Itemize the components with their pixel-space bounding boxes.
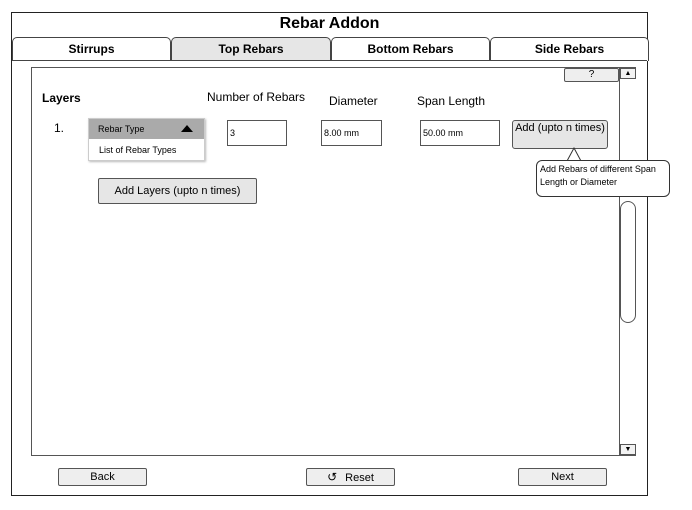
scroll-thumb[interactable] (620, 201, 636, 323)
back-button[interactable]: Back (58, 468, 147, 486)
window-title: Rebar Addon (279, 15, 380, 32)
help-button[interactable]: ? (564, 68, 619, 82)
number-of-rebars-header: Number of Rebars (207, 90, 306, 104)
layer-index: 1. (54, 121, 65, 135)
diameter-header: Diameter (329, 94, 378, 108)
tab-stirrups[interactable]: Stirrups (12, 37, 171, 61)
reset-icon: ↺ (327, 470, 338, 484)
triangle-up-icon (181, 125, 193, 132)
rebar-type-label: Rebar Type (98, 124, 145, 134)
vertical-scrollbar[interactable]: ▲ ▼ (619, 68, 636, 455)
rebar-type-option[interactable]: List of Rebar Types (89, 140, 204, 160)
tab-divider (12, 60, 647, 61)
add-layers-button[interactable]: Add Layers (upto n times) (98, 178, 257, 204)
add-rebar-button[interactable]: Add (upto n times) (512, 120, 608, 149)
tab-bar: Stirrups Top Rebars Bottom Rebars Side R… (12, 37, 649, 61)
scroll-down-button[interactable]: ▼ (620, 444, 636, 455)
number-of-rebars-input[interactable] (227, 120, 287, 146)
diameter-input[interactable] (321, 120, 382, 146)
tab-bottom-rebars[interactable]: Bottom Rebars (331, 37, 490, 61)
span-length-header: Span Length (417, 94, 486, 108)
tab-top-rebars[interactable]: Top Rebars (171, 37, 331, 61)
span-length-input[interactable] (420, 120, 500, 146)
add-rebar-tooltip: Add Rebars of different Span Length or D… (536, 160, 670, 197)
arrow-up-icon: ▲ (624, 70, 632, 77)
arrow-down-icon: ▼ (624, 446, 632, 453)
rebar-type-selected[interactable]: Rebar Type (89, 119, 204, 139)
rebar-type-dropdown[interactable]: Rebar Type List of Rebar Types (88, 118, 205, 161)
top-rebars-panel: ? ▲ ▼ Layers Number of Rebars Diameter S… (31, 67, 636, 456)
layers-heading: Layers (42, 91, 81, 105)
rebar-addon-window: Rebar Addon Stirrups Top Rebars Bottom R… (11, 12, 649, 496)
next-button[interactable]: Next (518, 468, 607, 486)
scroll-up-button[interactable]: ▲ (620, 68, 636, 79)
reset-button[interactable]: ↺ Reset (306, 468, 395, 486)
tab-side-rebars[interactable]: Side Rebars (490, 37, 649, 61)
reset-label: Reset (345, 472, 374, 484)
